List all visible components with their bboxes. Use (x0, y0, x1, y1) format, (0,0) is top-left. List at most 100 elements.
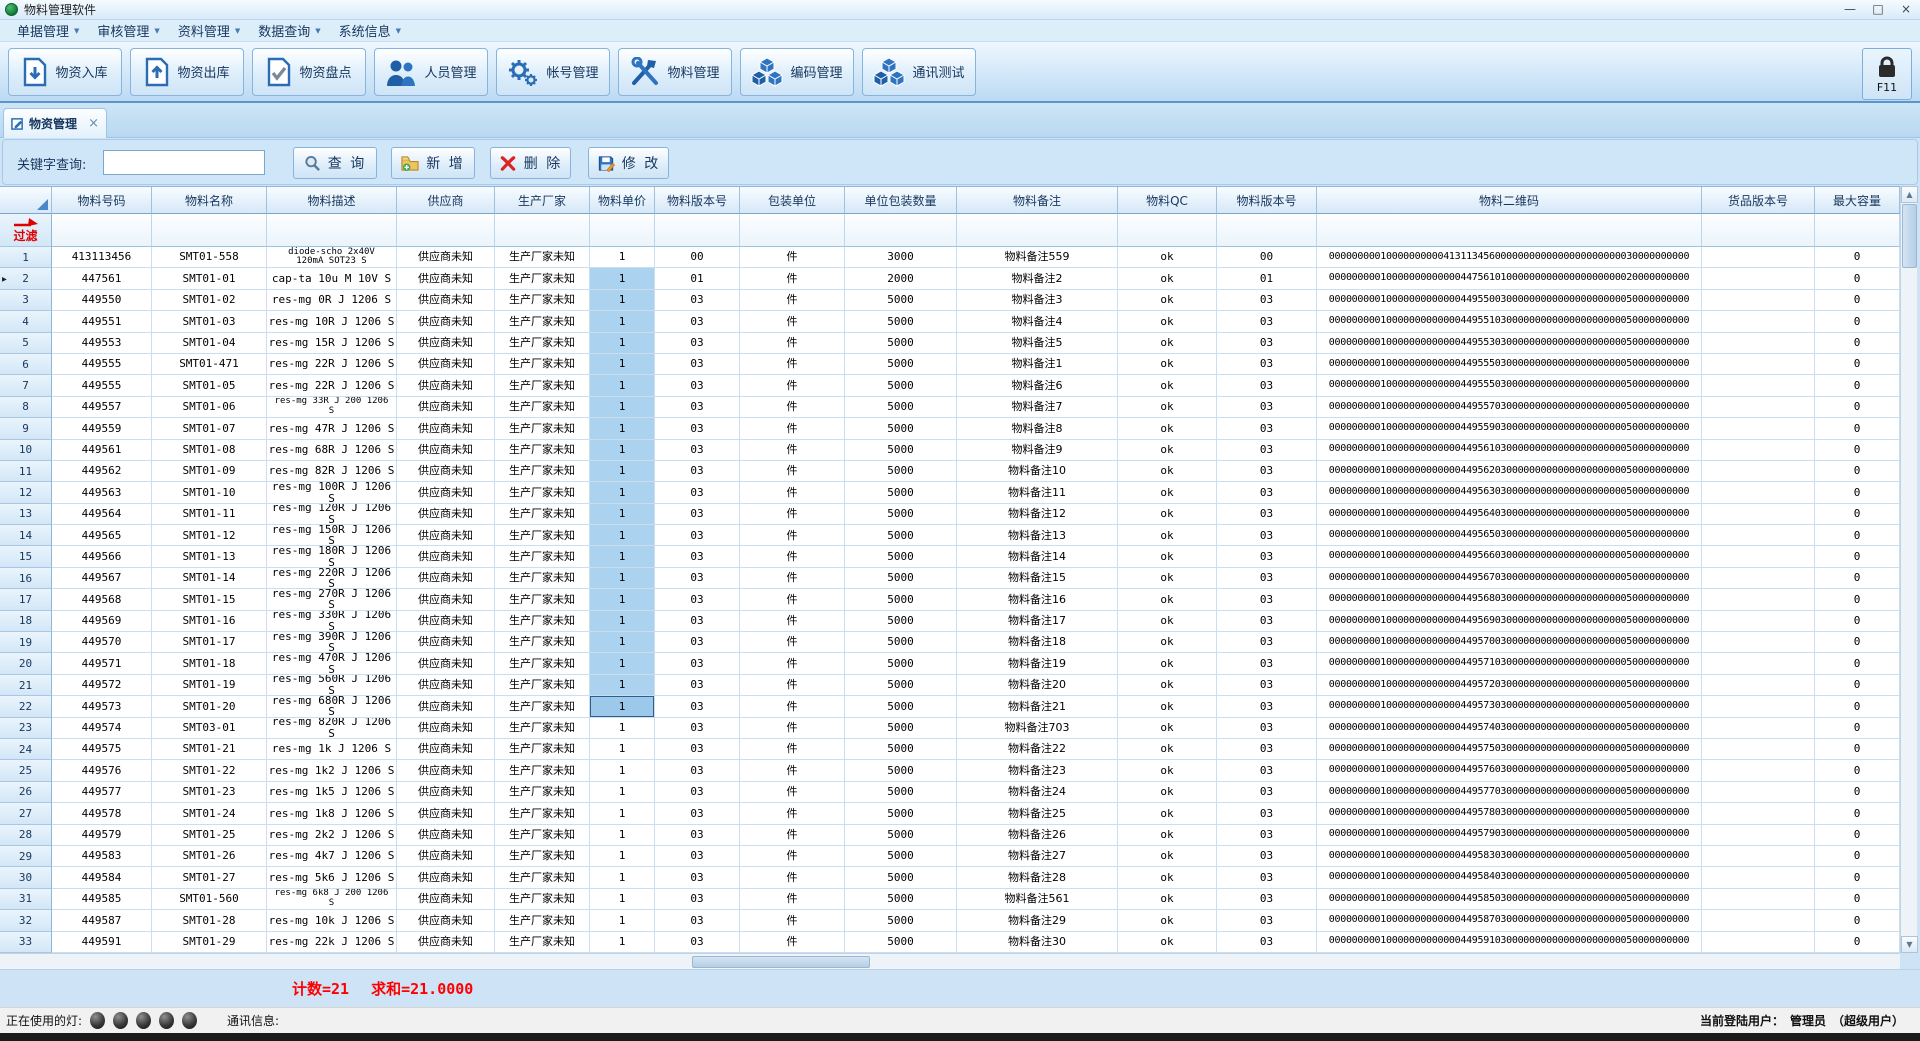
cell-unit[interactable]: 件 (740, 290, 845, 311)
cell-name[interactable]: SMT01-560 (152, 889, 267, 910)
cell-version2[interactable]: 03 (1217, 889, 1317, 910)
toolbar-button-comm-test[interactable]: 通讯测试 (862, 48, 976, 96)
query-button[interactable]: 查 询 (293, 147, 377, 179)
cell-version[interactable]: 03 (655, 482, 740, 503)
cell-barcode[interactable]: 0000000001000000000000044958503000000000… (1317, 889, 1702, 910)
cell-unit[interactable]: 件 (740, 504, 845, 525)
column-header-name[interactable]: 物料名称 (152, 187, 267, 214)
cell-maker[interactable]: 生产厂家未知 (495, 568, 590, 589)
cell-name[interactable]: SMT01-18 (152, 653, 267, 674)
cell-capacity[interactable]: 0 (1815, 632, 1900, 653)
cell-price[interactable]: 1 (590, 589, 655, 610)
cell-note[interactable]: 物料备注559 (957, 247, 1118, 268)
cell-unit[interactable]: 件 (740, 932, 845, 953)
cell-capacity[interactable]: 0 (1815, 867, 1900, 888)
cell-price[interactable]: 1 (590, 846, 655, 867)
filter-cell-code[interactable] (52, 214, 152, 247)
cell-qty[interactable]: 5000 (845, 653, 957, 674)
cell-price[interactable]: 1 (590, 653, 655, 674)
cell-barcode[interactable]: 0000000001000000000000044956703000000000… (1317, 568, 1702, 589)
menu-item-query[interactable]: 数据查询▼ (249, 20, 329, 42)
cell-barcode[interactable]: 0000000001000000000000044955503000000000… (1317, 375, 1702, 396)
cell-desc[interactable]: res-mg 150R J 1206 S (267, 525, 397, 546)
cell-capacity[interactable]: 0 (1815, 504, 1900, 525)
cell-price[interactable]: 1 (590, 504, 655, 525)
cell-supplier[interactable]: 供应商未知 (397, 504, 495, 525)
cell-desc[interactable]: res-mg 560R J 1206 S (267, 675, 397, 696)
cell-maker[interactable]: 生产厂家未知 (495, 889, 590, 910)
cell-code[interactable]: 449555 (52, 354, 152, 375)
cell-capacity[interactable]: 0 (1815, 718, 1900, 739)
cell-supplier[interactable]: 供应商未知 (397, 440, 495, 461)
cell-capacity[interactable]: 0 (1815, 268, 1900, 289)
cell-price[interactable]: 1 (590, 397, 655, 418)
cell-qc[interactable]: ok (1118, 440, 1217, 461)
column-header-goods-version[interactable]: 货品版本号 (1702, 187, 1815, 214)
cell-code[interactable]: 449591 (52, 932, 152, 953)
cell-name[interactable]: SMT01-19 (152, 675, 267, 696)
add-button[interactable]: 新 增 (391, 147, 475, 179)
cell-barcode[interactable]: 0000000001000000000000044956303000000000… (1317, 482, 1702, 503)
cell-maker[interactable]: 生产厂家未知 (495, 760, 590, 781)
cell-name[interactable]: SMT01-12 (152, 525, 267, 546)
cell-supplier[interactable]: 供应商未知 (397, 546, 495, 567)
cell-supplier[interactable]: 供应商未知 (397, 461, 495, 482)
cell-unit[interactable]: 件 (740, 910, 845, 931)
cell-qty[interactable]: 5000 (845, 889, 957, 910)
delete-button[interactable]: 删 除 (490, 147, 571, 179)
cell-price[interactable]: 1 (590, 867, 655, 888)
row-number[interactable]: 6 (0, 354, 52, 375)
cell-maker[interactable]: 生产厂家未知 (495, 825, 590, 846)
column-header-capacity[interactable]: 最大容量 (1815, 187, 1900, 214)
cell-qty[interactable]: 5000 (845, 611, 957, 632)
row-number[interactable]: 10 (0, 440, 52, 461)
row-number[interactable]: 8 (0, 397, 52, 418)
cell-version[interactable]: 03 (655, 546, 740, 567)
cell-supplier[interactable]: 供应商未知 (397, 932, 495, 953)
cell-unit[interactable]: 件 (740, 760, 845, 781)
cell-name[interactable]: SMT01-29 (152, 932, 267, 953)
toolbar-button-personnel[interactable]: 人员管理 (374, 48, 488, 96)
cell-note[interactable]: 物料备注7 (957, 397, 1118, 418)
cell-unit[interactable]: 件 (740, 440, 845, 461)
cell-version[interactable]: 03 (655, 825, 740, 846)
row-number[interactable]: 21 (0, 675, 52, 696)
column-header-note[interactable]: 物料备注 (957, 187, 1118, 214)
cell-goods-version[interactable] (1702, 846, 1815, 867)
row-number[interactable]: 29 (0, 846, 52, 867)
cell-qty[interactable]: 5000 (845, 290, 957, 311)
cell-qc[interactable]: ok (1118, 354, 1217, 375)
row-number[interactable]: 13 (0, 504, 52, 525)
cell-supplier[interactable]: 供应商未知 (397, 696, 495, 717)
cell-code[interactable]: 449583 (52, 846, 152, 867)
cell-maker[interactable]: 生产厂家未知 (495, 782, 590, 803)
cell-qty[interactable]: 5000 (845, 525, 957, 546)
minimize-button[interactable]: — (1836, 0, 1864, 19)
cell-note[interactable]: 物料备注17 (957, 611, 1118, 632)
cell-version2[interactable]: 03 (1217, 653, 1317, 674)
filter-cell-desc[interactable] (267, 214, 397, 247)
cell-goods-version[interactable] (1702, 653, 1815, 674)
cell-qc[interactable]: ok (1118, 247, 1217, 268)
cell-note[interactable]: 物料备注1 (957, 354, 1118, 375)
tab-material-management[interactable]: 物资管理 × (3, 108, 107, 138)
cell-unit[interactable]: 件 (740, 803, 845, 824)
cell-version2[interactable]: 03 (1217, 311, 1317, 332)
cell-note[interactable]: 物料备注29 (957, 910, 1118, 931)
cell-goods-version[interactable] (1702, 397, 1815, 418)
cell-version2[interactable]: 03 (1217, 418, 1317, 439)
cell-supplier[interactable]: 供应商未知 (397, 846, 495, 867)
cell-qc[interactable]: ok (1118, 782, 1217, 803)
cell-qc[interactable]: ok (1118, 375, 1217, 396)
cell-version[interactable]: 03 (655, 739, 740, 760)
menu-item-data[interactable]: 资料管理▼ (169, 20, 249, 42)
cell-note[interactable]: 物料备注6 (957, 375, 1118, 396)
cell-qty[interactable]: 5000 (845, 311, 957, 332)
cell-qty[interactable]: 5000 (845, 418, 957, 439)
column-header-price[interactable]: 物料单价 (590, 187, 655, 214)
cell-unit[interactable]: 件 (740, 675, 845, 696)
cell-name[interactable]: SMT01-558 (152, 247, 267, 268)
cell-goods-version[interactable] (1702, 247, 1815, 268)
toolbar-button-material-out[interactable]: 物资出库 (130, 48, 244, 96)
cell-unit[interactable]: 件 (740, 418, 845, 439)
